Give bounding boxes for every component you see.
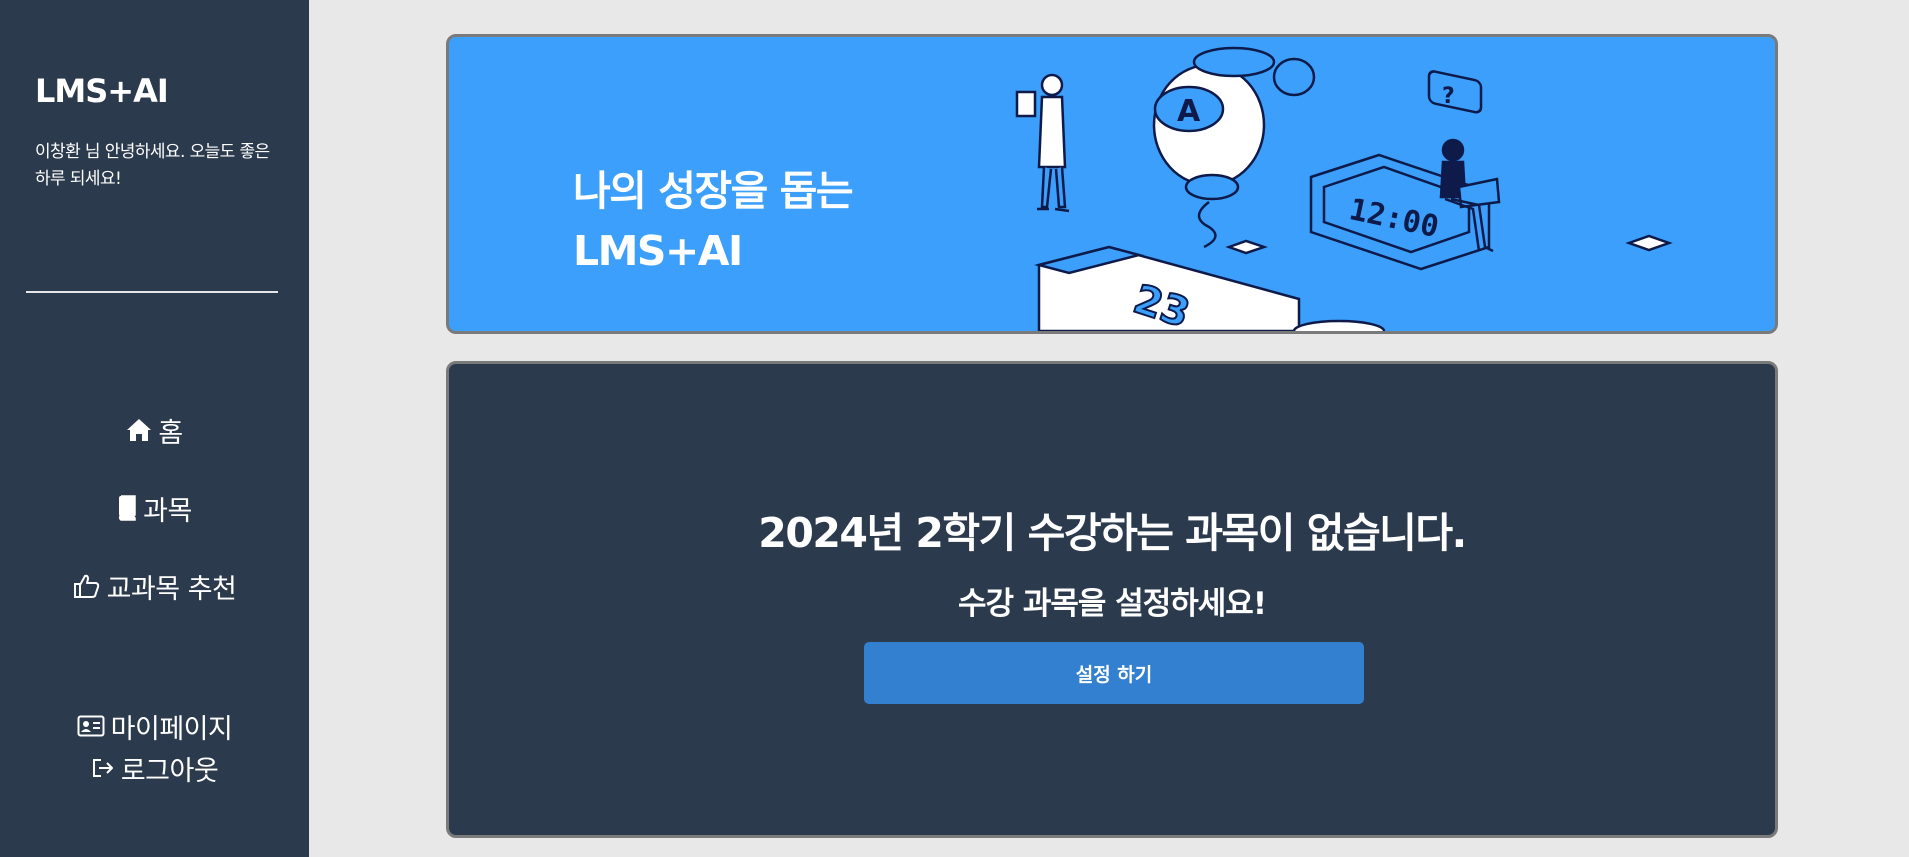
sidebar-item-recommend[interactable]: 교과목 추천 — [0, 566, 309, 606]
sidebar-item-label: 과목 — [143, 495, 192, 527]
sidebar-item-label: 로그아웃 — [120, 755, 219, 787]
question-bubble: ? — [1427, 70, 1483, 114]
sidebar-divider — [26, 291, 278, 293]
banner-title: 나의 성장을 돕는 LMS+AI — [573, 161, 854, 281]
thumbs-up-icon — [73, 573, 101, 599]
home-icon — [126, 418, 152, 442]
sidebar-item-label: 교과목 추천 — [106, 573, 237, 605]
svg-text:?: ? — [1442, 84, 1455, 109]
sidebar-item-course[interactable]: 과목 — [0, 488, 309, 528]
robot-figure: A — [1152, 46, 1316, 249]
hero-banner: A ? 12:00 23 나의 성장을 돕는 LMS+AI — [446, 34, 1778, 334]
empty-course-heading: 2024년 2학기 수강하는 과목이 없습니다. — [758, 509, 1467, 557]
sidebar-item-logout[interactable]: 로그아웃 — [0, 748, 309, 788]
greeting-text: 이창환 님 안녕하세요. 오늘도 좋은 하루 되세요! — [35, 142, 270, 189]
banner-title-line1: 나의 성장을 돕는 — [573, 167, 854, 215]
brand-logo-text[interactable]: LMS+AI — [35, 72, 169, 110]
scientist-figure — [1015, 73, 1070, 213]
logout-icon — [91, 757, 115, 779]
setup-course-button[interactable]: 설정 하기 — [864, 642, 1364, 704]
banner-title-line2: LMS+AI — [573, 227, 743, 275]
sidebar-item-home[interactable]: 홈 — [0, 410, 309, 450]
course-empty-panel: 2024년 2학기 수강하는 과목이 없습니다. 수강 과목을 설정하세요! 설… — [446, 361, 1778, 838]
sidebar: LMS+AI 이창환 님 안녕하세요. 오늘도 좋은 하루 되세요! 홈 과목 … — [0, 0, 309, 857]
sidebar-item-label: 마이페이지 — [110, 713, 233, 745]
sidebar-item-mypage[interactable]: 마이페이지 — [0, 706, 309, 746]
book-icon — [117, 495, 137, 521]
id-card-icon — [77, 715, 105, 737]
empty-course-subheading: 수강 과목을 설정하세요! — [958, 586, 1267, 622]
sidebar-item-label: 홈 — [158, 417, 183, 449]
calendar: 23 — [1034, 245, 1301, 331]
svg-text:A: A — [1177, 94, 1201, 129]
